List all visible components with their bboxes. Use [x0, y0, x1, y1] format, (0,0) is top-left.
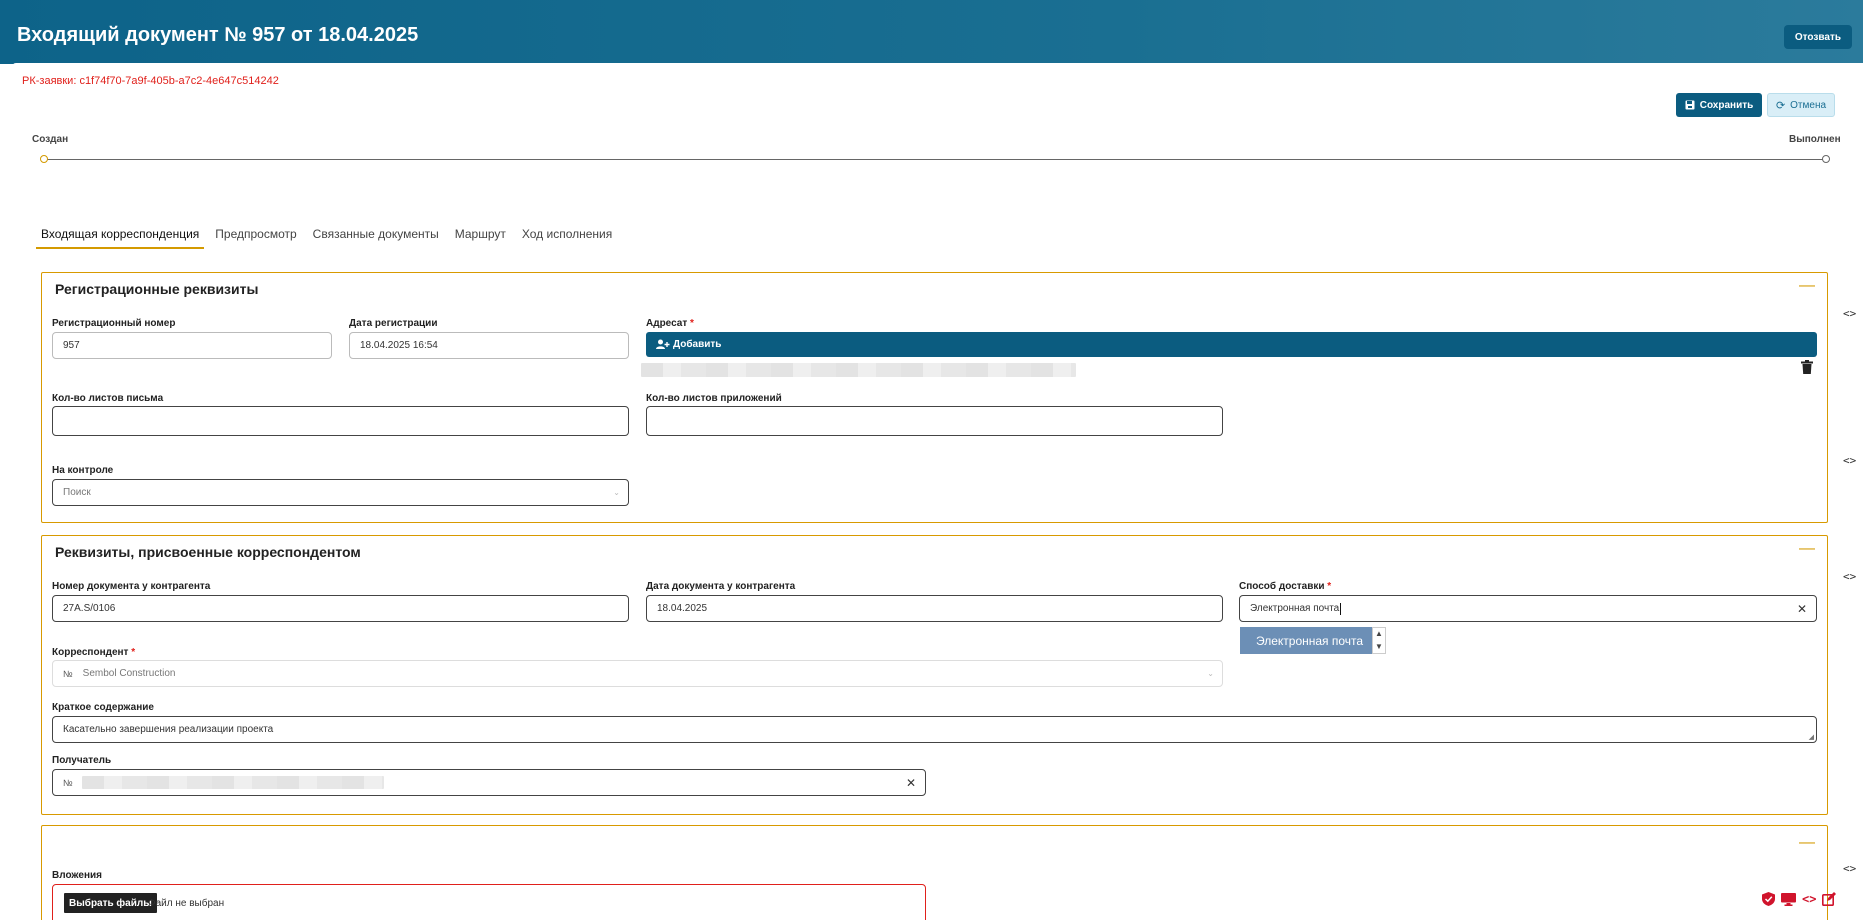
save-button[interactable]: Сохранить	[1676, 93, 1762, 117]
collapse-icon[interactable]: —	[1799, 278, 1815, 294]
tab-related-docs[interactable]: Связанные документы	[308, 227, 444, 249]
stage-start-label: Создан	[32, 134, 69, 145]
summary-value: Касательно завершения реализации проекта	[63, 724, 274, 735]
section-title: Реквизиты, присвоенные корреспондентом	[55, 544, 361, 560]
floppy-icon	[1685, 100, 1695, 110]
tab-route[interactable]: Маршрут	[450, 227, 511, 249]
addressee-label: Адресат *	[646, 318, 694, 329]
add-user-icon	[656, 339, 670, 349]
reg-number-label: Регистрационный номер	[52, 318, 176, 329]
revoke-button[interactable]: Отозвать	[1783, 25, 1852, 49]
trash-icon[interactable]	[1801, 360, 1813, 374]
monitor-icon[interactable]	[1781, 892, 1796, 906]
progress-track	[44, 159, 1826, 160]
save-button-label: Сохранить	[1699, 99, 1754, 111]
add-addressee-button[interactable]: Добавить	[646, 332, 1817, 357]
reg-number-input[interactable]: 957	[52, 332, 332, 359]
cancel-button[interactable]: ⟳ Отмена	[1767, 93, 1835, 117]
letter-sheets-label: Кол-во листов письма	[52, 393, 164, 404]
shield-check-icon[interactable]	[1762, 892, 1775, 906]
attachments-label: Вложения	[52, 870, 102, 881]
stage-end-label: Выполнен	[1789, 134, 1841, 145]
text-caret	[1340, 602, 1342, 615]
rk-id-text: РК-заявки: c1f74f70-7a9f-405b-a7c2-4e647…	[22, 75, 279, 87]
doc-number-input[interactable]: 27A.S/0106	[52, 595, 629, 622]
code-toggle-icon[interactable]: <>	[1843, 570, 1856, 583]
bottom-toolbar: <>	[1762, 892, 1837, 906]
delivery-label: Способ доставки *	[1239, 581, 1332, 592]
addressee-redacted	[641, 363, 1076, 377]
chevron-down-icon: ⌄	[613, 488, 620, 497]
code-icon[interactable]: <>	[1802, 892, 1816, 906]
summary-textarea[interactable]: Касательно завершения реализации проекта…	[52, 716, 1817, 743]
reg-date-label: Дата регистрации	[349, 318, 438, 329]
no-file-text: Файл не выбран	[148, 898, 225, 909]
clear-icon[interactable]: ✕	[906, 776, 916, 790]
recipient-label: Получатель	[52, 755, 112, 766]
refresh-icon: ⟳	[1775, 99, 1786, 112]
collapse-icon[interactable]: —	[1799, 541, 1815, 557]
control-placeholder: Поиск	[63, 487, 91, 498]
tab-incoming[interactable]: Входящая корреспонденция	[36, 227, 205, 249]
code-toggle-icon[interactable]: <>	[1843, 862, 1856, 875]
dropdown-scrollbar[interactable]: ▲ ▼	[1372, 627, 1386, 654]
attach-sheets-label: Кол-во листов приложений	[646, 393, 782, 404]
tab-bar: Входящая корреспонденция Предпросмотр Св…	[36, 227, 623, 249]
correspondent-value: Sembol Construction	[82, 668, 176, 679]
scroll-down-icon[interactable]: ▼	[1375, 642, 1383, 651]
scroll-up-icon[interactable]: ▲	[1375, 629, 1383, 638]
clear-icon[interactable]: ✕	[1797, 602, 1807, 616]
control-label: На контроле	[52, 465, 114, 476]
doc-number-label: Номер документа у контрагента	[52, 581, 211, 592]
cancel-button-label: Отмена	[1790, 99, 1827, 111]
number-sign: №	[63, 777, 73, 788]
delivery-input[interactable]: Электронная почта ✕	[1239, 595, 1817, 622]
stage-end-dot	[1822, 155, 1830, 163]
tab-preview[interactable]: Предпросмотр	[210, 227, 301, 249]
code-toggle-icon[interactable]: <>	[1843, 307, 1856, 320]
page-title: Входящий документ № 957 от 18.04.2025	[17, 24, 419, 46]
delivery-value: Электронная почта	[1250, 603, 1340, 614]
attach-sheets-input[interactable]	[646, 406, 1223, 436]
collapse-icon[interactable]: —	[1799, 835, 1815, 851]
tab-execution[interactable]: Ход исполнения	[517, 227, 617, 249]
doc-date-input[interactable]: 18.04.2025	[646, 595, 1223, 622]
number-sign: №	[63, 668, 73, 679]
correspondent-select[interactable]: № Sembol Construction ⌄	[52, 660, 1223, 687]
add-button-label: Добавить	[673, 339, 722, 350]
reg-date-input[interactable]: 18.04.2025 16:54	[349, 332, 629, 359]
doc-date-label: Дата документа у контрагента	[646, 581, 796, 592]
chevron-down-icon: ⌄	[1207, 669, 1214, 678]
choose-files-button[interactable]: Выбрать файлы	[64, 893, 157, 913]
edit-icon[interactable]	[1822, 892, 1837, 906]
resize-grip-icon[interactable]: ◢	[1809, 733, 1814, 741]
summary-label: Краткое содержание	[52, 702, 154, 713]
stage-start-dot	[40, 155, 48, 163]
correspondent-label: Корреспондент *	[52, 647, 136, 658]
letter-sheets-input[interactable]	[52, 406, 629, 436]
control-select[interactable]: Поиск ⌄	[52, 479, 629, 506]
code-toggle-icon[interactable]: <>	[1843, 454, 1856, 467]
recipient-redacted	[82, 776, 384, 789]
delivery-option[interactable]: Электронная почта	[1240, 627, 1372, 654]
header-bar: Входящий документ № 957 от 18.04.2025 От…	[0, 0, 1863, 64]
section-title: Регистрационные реквизиты	[55, 281, 259, 297]
